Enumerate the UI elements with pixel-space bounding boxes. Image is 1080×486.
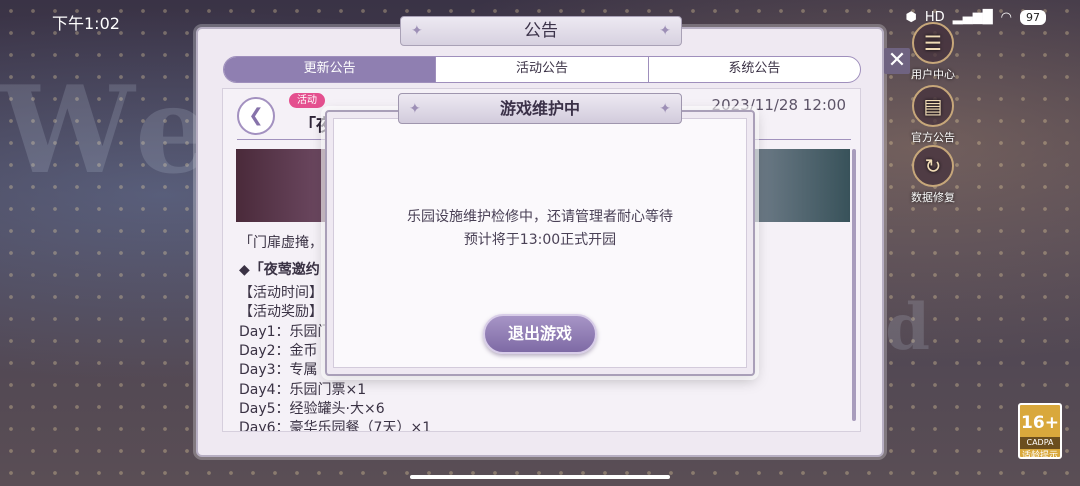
side-button-label: 数据修复 xyxy=(911,191,955,204)
reward-line: Day6：豪华乐园餐（7天）×1 xyxy=(239,420,432,432)
back-button[interactable]: ❮ xyxy=(237,97,275,135)
reward-line: Day3：专属 xyxy=(239,362,318,378)
tab-system[interactable]: 系统公告 xyxy=(647,57,860,82)
tab-event[interactable]: 活动公告 xyxy=(435,57,647,82)
modal-title-plate: ✦ 游戏维护中 ✦ xyxy=(398,93,682,124)
reward-line: Day4：乐园门票×1 xyxy=(239,382,367,398)
sparkle-icon: ✦ xyxy=(409,101,421,117)
sparkle-icon: ✦ xyxy=(659,23,671,39)
age-rating-label: 适龄提示 xyxy=(1021,451,1058,461)
reward-line: Day2：金币 xyxy=(239,343,318,359)
status-time: 下午1:02 xyxy=(52,14,120,33)
event-time-label: 【活动时间】 xyxy=(239,285,323,301)
chevron-left-icon: ❮ xyxy=(248,105,264,126)
maintenance-message: 乐园设施维护检修中，还请管理者耐心等待 xyxy=(407,209,673,225)
side-button-announcement[interactable]: ▤ 官方公告 xyxy=(898,85,968,145)
exit-game-button[interactable]: 退出游戏 xyxy=(483,314,597,354)
data-repair-icon: ↻ xyxy=(912,145,954,187)
background-sign-welcome: We xyxy=(0,60,222,201)
sparkle-icon: ✦ xyxy=(411,23,423,39)
sparkle-icon: ✦ xyxy=(659,101,671,117)
content-scrollbar[interactable] xyxy=(852,149,856,421)
close-icon: ✕ xyxy=(887,48,907,73)
announcement-tabs: 更新公告 活动公告 系统公告 xyxy=(223,56,861,83)
user-center-icon: ☰ xyxy=(912,22,954,64)
side-button-label: 官方公告 xyxy=(911,131,955,144)
modal-title: 游戏维护中 xyxy=(499,99,580,118)
announcement-intro: 「门扉虚掩， xyxy=(239,235,323,251)
reward-line: Day5：经验罐头·大×6 xyxy=(239,401,385,417)
side-button-label: 用户中心 xyxy=(911,68,955,81)
reward-line: Day1：乐园门 xyxy=(239,324,332,340)
panel-title-plate: ✦ 公告 ✦ xyxy=(400,16,682,46)
tab-update[interactable]: 更新公告 xyxy=(224,57,436,82)
age-rating-number: 16+ xyxy=(1021,413,1059,433)
home-indicator[interactable] xyxy=(410,475,670,479)
side-button-data-repair[interactable]: ↻ 数据修复 xyxy=(898,145,968,205)
wifi-icon: ◠ xyxy=(1000,10,1012,25)
maintenance-eta: 预计将于13:00正式开园 xyxy=(463,232,617,248)
event-reward-label: 【活动奖励】 xyxy=(239,304,323,320)
announcement-icon: ▤ xyxy=(912,85,954,127)
panel-title: 公告 xyxy=(524,21,558,41)
event-tag: 活动 xyxy=(289,93,325,108)
close-button[interactable]: ✕ xyxy=(884,48,910,74)
battery-icon: 97 xyxy=(1020,10,1046,25)
announcement-heading: ◆「夜莺邀约 xyxy=(239,262,320,278)
